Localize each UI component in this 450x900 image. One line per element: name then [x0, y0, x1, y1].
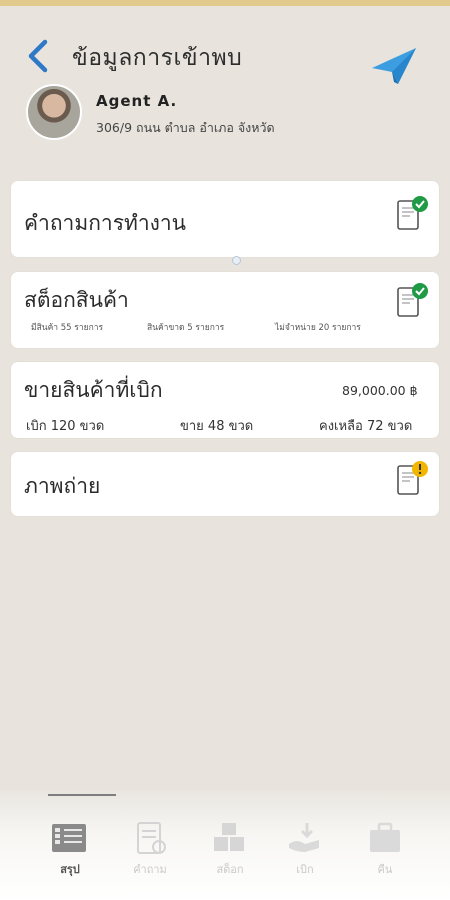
tab-withdraw-label: เบิก	[296, 863, 314, 876]
photos-card[interactable]: ภาพถ่าย	[11, 452, 439, 516]
withdraw-icon	[289, 823, 319, 852]
sales-card-title: ขายสินค้าที่เบิก	[24, 378, 163, 402]
agent-name: Agent A.	[96, 92, 178, 110]
photos-card-title: ภาพถ่าย	[24, 474, 101, 498]
header: ข้อมูลการเข้าพบ	[0, 30, 450, 86]
active-tab-indicator	[48, 794, 116, 796]
scroll-indicator-dot	[232, 256, 241, 265]
questionnaire-icon	[137, 822, 166, 854]
summary-icon	[52, 824, 86, 852]
stock-not-sold-count: ไม่จำหน่าย 20 รายการ	[275, 323, 361, 333]
tab-questions[interactable]: คำถาม	[115, 820, 185, 880]
send-button[interactable]	[370, 44, 418, 88]
paper-plane-icon	[372, 48, 416, 84]
tab-withdraw[interactable]: เบิก	[270, 820, 340, 880]
tab-stock[interactable]: สต็อก	[195, 820, 265, 880]
stock-card[interactable]: สต็อกสินค้า มีสินค้า 55 รายการ สินค้าขาด…	[11, 272, 439, 348]
questions-card[interactable]: คำถามการทำงาน	[11, 181, 439, 257]
agent-info: Agent A. 306/9 ถนน ตำบล อำเภอ จังหวัด	[26, 84, 426, 142]
page-title: ข้อมูลการเข้าพบ	[72, 45, 243, 71]
chevron-left-icon	[28, 39, 48, 73]
document-warning-icon	[397, 461, 428, 495]
tab-return[interactable]: คืน	[350, 820, 420, 880]
tab-stock-label: สต็อก	[216, 863, 244, 876]
tab-return-label: คืน	[377, 863, 393, 876]
stock-card-title: สต็อกสินค้า	[24, 288, 129, 312]
document-check-icon	[397, 196, 428, 230]
tab-summary[interactable]: สรุป	[35, 820, 105, 880]
sales-card[interactable]: ขายสินค้าที่เบิก 89,000.00 ฿ เบิก 120 ขว…	[11, 362, 439, 438]
return-briefcase-icon	[370, 822, 400, 852]
agent-address: 306/9 ถนน ตำบล อำเภอ จังหวัด	[96, 120, 275, 135]
stock-available-count: มีสินค้า 55 รายการ	[31, 323, 104, 333]
tab-questions-label: คำถาม	[133, 863, 167, 876]
questions-card-title: คำถามการทำงาน	[24, 211, 187, 235]
sold-count: ขาย 48 ขวด	[180, 419, 254, 434]
back-button[interactable]	[22, 36, 54, 76]
remaining-count: คงเหลือ 72 ขวด	[319, 419, 413, 434]
top-accent-bar	[0, 0, 450, 6]
stock-boxes-icon	[214, 823, 244, 851]
stock-shortage-count: สินค้าขาด 5 รายการ	[147, 323, 225, 333]
withdrawn-count: เบิก 120 ขวด	[26, 419, 105, 434]
avatar	[26, 84, 82, 140]
document-check-icon	[397, 283, 428, 317]
tab-summary-label: สรุป	[60, 863, 80, 876]
sales-amount: 89,000.00 ฿	[342, 383, 418, 398]
